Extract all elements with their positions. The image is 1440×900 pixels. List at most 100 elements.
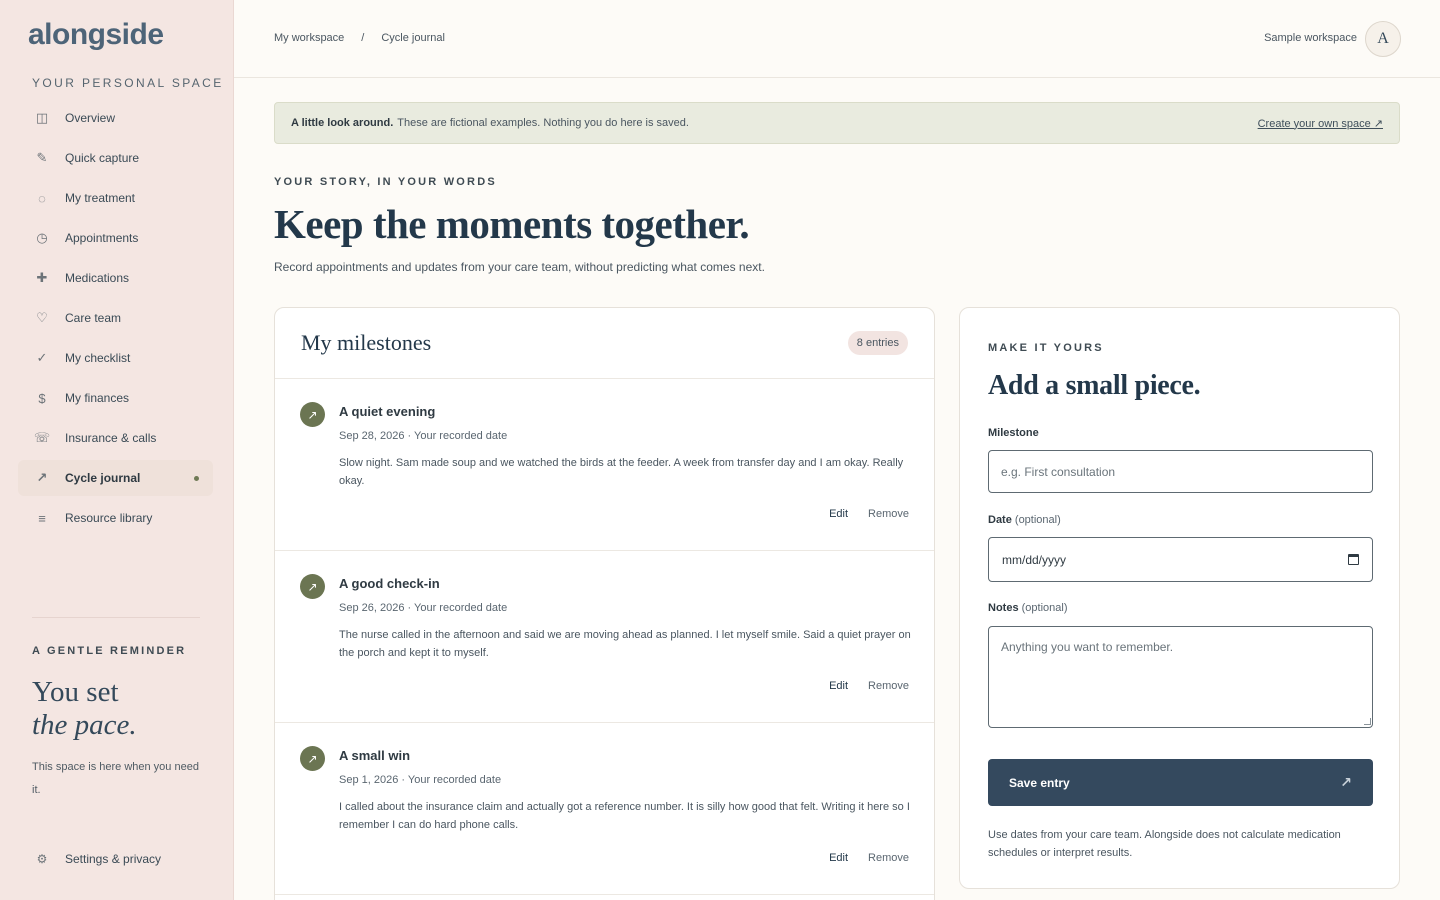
milestone-arrow-icon: ↗: [300, 574, 325, 599]
list-item: ↗ A quiet evening Sep 28, 2026 · Your re…: [275, 379, 934, 551]
page-eyebrow: YOUR STORY, IN YOUR WORDS: [274, 176, 497, 188]
entry-actions: Edit Remove: [829, 680, 909, 692]
phone-icon: ☏: [33, 430, 51, 445]
top-bar: My workspace / Cycle journal Sample work…: [234, 0, 1440, 78]
entry-actions: Edit Remove: [829, 508, 909, 520]
breadcrumb: My workspace / Cycle journal: [274, 32, 445, 44]
form-title: Add a small piece.: [988, 370, 1201, 401]
entry-body: I called about the insurance claim and a…: [339, 801, 910, 831]
reminder-title: You set the pace.: [32, 676, 222, 742]
form-disclaimer: Use dates from your care team. Alongside…: [988, 829, 1341, 859]
save-entry-label: Save entry: [1009, 775, 1070, 790]
layout-icon: ◫: [35, 110, 49, 125]
sidebar-item-cycle-journal[interactable]: ↗ Cycle journal: [18, 460, 213, 496]
sidebar-item-resource-library[interactable]: ≡ Resource library: [18, 500, 213, 536]
sidebar-item-overview[interactable]: ◫ Overview: [18, 100, 213, 136]
sidebar-item-label: Cycle journal: [65, 471, 141, 485]
avatar[interactable]: A: [1365, 21, 1401, 57]
milestones-header: My milestones 8 entries: [275, 308, 934, 379]
workspace-name: Sample workspace: [1264, 32, 1357, 44]
new-entry-form: MAKE IT YOURS Add a small piece. Milesto…: [959, 307, 1400, 889]
breadcrumb-workspace[interactable]: My workspace: [274, 32, 344, 44]
entry-body: Slow night. Sam made soup and we watched…: [339, 457, 904, 487]
list-item: ↗ A small win Sep 1, 2026 · Your recorde…: [275, 723, 934, 895]
heart-icon: ♡: [36, 310, 48, 325]
sidebar-item-my-finances[interactable]: $ My finances: [18, 380, 213, 416]
resize-handle-icon[interactable]: [1364, 718, 1371, 725]
milestone-arrow-icon: ↗: [300, 746, 325, 771]
reminder-title-line2: the pace.: [32, 709, 137, 741]
sidebar-item-label: Appointments: [65, 231, 139, 245]
sidebar-item-insurance-calls[interactable]: ☏ Insurance & calls: [18, 420, 213, 456]
settings-privacy-link[interactable]: ⚙ Settings & privacy: [32, 852, 161, 866]
app-logo[interactable]: alongside: [28, 18, 164, 52]
form-eyebrow: MAKE IT YOURS: [988, 342, 1104, 354]
sidebar-item-label: Insurance & calls: [65, 431, 157, 445]
banner-bold: A little look around.: [291, 117, 394, 129]
page-subtitle: Record appointments and updates from you…: [274, 260, 765, 274]
entry-meta: Sep 1, 2026 · Your recorded date: [339, 774, 502, 786]
sidebar-item-quick-capture[interactable]: ✎ Quick capture: [18, 140, 213, 176]
gear-icon: ⚙: [36, 852, 48, 866]
notes-textarea[interactable]: [988, 626, 1373, 728]
sidebar-caption: YOUR PERSONAL SPACE: [32, 76, 224, 90]
sidebar-item-my-treatment[interactable]: ◌ My treatment: [18, 180, 213, 216]
sidebar-item-label: Resource library: [65, 511, 153, 525]
list-item: ↗ A good check-in Sep 26, 2026 · Your re…: [275, 551, 934, 723]
remove-button[interactable]: Remove: [868, 852, 909, 864]
sidebar-item-label: My checklist: [65, 351, 131, 365]
date-input[interactable]: mm/dd/yyyy: [988, 537, 1373, 582]
sidebar-divider: [32, 617, 200, 618]
sidebar-item-my-checklist[interactable]: ✓ My checklist: [18, 340, 213, 376]
entry-title: A good check-in: [339, 576, 440, 591]
page-title: Keep the moments together.: [274, 201, 750, 247]
arrow-icon: ↗: [36, 470, 48, 485]
sidebar-item-medications[interactable]: ✚ Medications: [18, 260, 213, 296]
sidebar-item-appointments[interactable]: ◷ Appointments: [18, 220, 213, 256]
remove-button[interactable]: Remove: [868, 508, 909, 520]
library-icon: ≡: [38, 510, 46, 526]
date-optional: (optional): [1014, 514, 1061, 526]
entry-title: A small win: [339, 748, 411, 763]
sidebar-nav: ◫ Overview ✎ Quick capture ◌ My treatmen…: [18, 100, 213, 540]
reminder-caption: A GENTLE REMINDER: [32, 645, 187, 657]
create-space-link[interactable]: Create your own space ↗: [1258, 117, 1383, 130]
date-label-text: Date: [988, 514, 1012, 526]
date-value: mm/dd/yyyy: [1002, 552, 1067, 567]
entries-count-badge: 8 entries: [847, 331, 908, 355]
remove-button[interactable]: Remove: [868, 680, 909, 692]
plus-icon: ✚: [36, 270, 48, 285]
edit-button[interactable]: Edit: [829, 680, 848, 692]
milestones-card: My milestones 8 entries ↗ A quiet evenin…: [274, 307, 935, 900]
save-entry-button[interactable]: Save entry ↗: [988, 759, 1373, 806]
milestone-input[interactable]: [988, 450, 1373, 493]
active-indicator: [194, 476, 199, 481]
clock-icon: ◷: [36, 230, 48, 245]
notes-label-text: Notes: [988, 602, 1019, 614]
entry-title: A quiet evening: [339, 404, 436, 419]
settings-label: Settings & privacy: [65, 852, 162, 866]
entry-body: The nurse called in the afternoon and sa…: [339, 629, 911, 659]
edit-button[interactable]: Edit: [829, 852, 848, 864]
calendar-icon[interactable]: [1348, 554, 1359, 565]
circle-icon: ◌: [38, 190, 46, 206]
entry-actions: Edit Remove: [829, 852, 909, 864]
sidebar-item-label: My treatment: [65, 191, 136, 205]
banner-text: These are fictional examples. Nothing yo…: [397, 117, 689, 129]
milestone-arrow-icon: ↗: [300, 402, 325, 427]
reminder-title-line1: You set: [32, 676, 119, 708]
breadcrumb-separator: /: [361, 32, 365, 44]
reminder-body: This space is here when you need it.: [32, 761, 199, 796]
date-label: Date (optional): [988, 514, 1061, 526]
entry-meta: Sep 26, 2026 · Your recorded date: [339, 602, 508, 614]
notes-optional: (optional): [1021, 602, 1068, 614]
milestones-title: My milestones: [301, 330, 432, 355]
breadcrumb-current: Cycle journal: [381, 32, 445, 44]
demo-banner: A little look around. These are fictiona…: [274, 102, 1400, 144]
dollar-icon: $: [38, 390, 46, 406]
sidebar-item-label: Care team: [65, 311, 122, 325]
sidebar-item-care-team[interactable]: ♡ Care team: [18, 300, 213, 336]
sidebar-item-label: Medications: [65, 271, 130, 285]
sidebar-item-label: My finances: [65, 391, 130, 405]
edit-button[interactable]: Edit: [829, 508, 848, 520]
